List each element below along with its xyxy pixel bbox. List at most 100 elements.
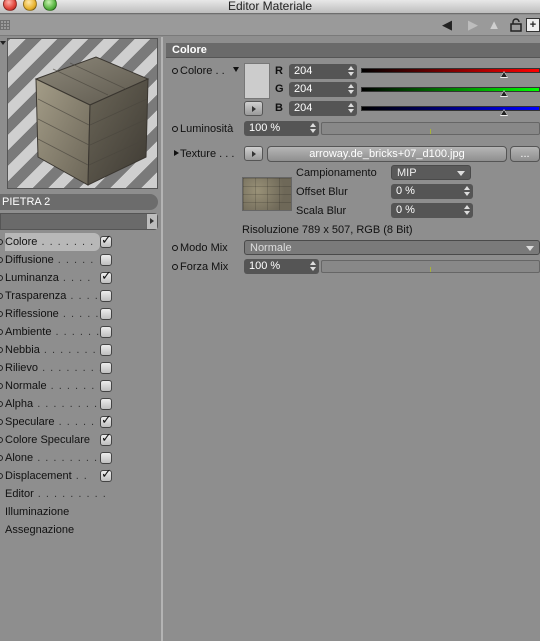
slider-knob-icon[interactable] [499,71,508,78]
lock-icon[interactable] [509,18,523,32]
luminosita-field[interactable]: 100 % [244,121,319,136]
channel-checkbox[interactable]: ✓ [100,413,112,428]
texture-file-button[interactable]: arroway.de_bricks+07_d100.jpg [267,146,507,162]
channel-item-assegnazione[interactable]: Assegnazione [0,521,120,539]
window-title: Editor Materiale [227,0,313,13]
channel-item-alone[interactable]: Alone . . . . . . . . . [0,449,120,467]
channel-checkbox[interactable]: ✓ [100,431,112,446]
color-swatch[interactable] [244,63,270,99]
radio-dot-icon [0,365,3,371]
channel-item-normale[interactable]: Normale . . . . . . . [0,377,120,395]
forza-mix-value: 100 % [249,260,281,272]
plus-icon[interactable]: + [526,18,540,32]
channel-label: Illuminazione [5,506,70,518]
grip-handle-icon[interactable] [0,20,10,30]
scala-blur-field[interactable]: 0 % [391,203,473,218]
animation-dot-icon[interactable] [172,126,178,132]
stepper-icon[interactable] [464,205,470,216]
animation-dot-icon[interactable] [172,264,178,270]
material-name-label: PIETRA 2 [0,194,158,210]
stepper-icon[interactable] [348,66,354,77]
channel-checkbox[interactable] [100,326,112,338]
channel-item-colore[interactable]: Colore . . . . . . . ✓ [0,233,120,251]
slider-knob-icon[interactable] [499,90,508,97]
channel-list: Colore . . . . . . . ✓ Diffusione . . . … [0,233,120,539]
channel-label: Colore [5,236,38,248]
channel-checkbox[interactable]: ✓ [100,467,112,482]
channel-item-alpha[interactable]: Alpha . . . . . . . . . [0,395,120,413]
channel-label: Trasparenza [5,290,67,302]
triangle-right-icon[interactable] [174,150,179,156]
channel-item-trasparenza[interactable]: Trasparenza . . . . [0,287,120,305]
campionamento-dropdown[interactable]: MIP [391,165,471,180]
r-field[interactable]: 204 [289,64,357,79]
channel-checkbox[interactable] [100,362,112,374]
channel-checkbox[interactable] [100,398,112,410]
luminosita-value: 100 % [249,122,281,134]
channel-item-speculare[interactable]: Speculare . . . . . . ✓ [0,413,120,431]
channel-item-colore-speculare[interactable]: Colore Speculare ✓ [0,431,120,449]
channel-checkbox[interactable] [100,452,112,464]
stepper-icon[interactable] [348,84,354,95]
preview-menu-triangle-icon[interactable] [0,41,6,45]
b-field[interactable]: 204 [289,101,357,116]
material-name-field[interactable] [0,213,158,230]
channel-checkbox[interactable] [100,254,112,266]
animation-dot-icon[interactable] [172,245,178,251]
chevron-down-icon [526,246,534,251]
texture-play-button[interactable] [244,146,263,161]
channel-item-riflessione[interactable]: Riflessione . . . . . [0,305,120,323]
channel-checkbox[interactable] [100,380,112,392]
triangle-up-icon[interactable]: ▲ [487,18,501,32]
triangle-right-icon[interactable] [146,214,157,229]
channel-checkbox[interactable]: ✓ [100,233,112,248]
stepper-icon[interactable] [348,103,354,114]
r-slider[interactable] [361,68,540,78]
triangle-left-icon[interactable]: ◀ [440,18,454,32]
stepper-icon[interactable] [310,123,316,134]
color-picker-play-button[interactable] [244,101,263,116]
channel-item-editor[interactable]: Editor . . . . . . . . . [0,485,120,503]
risoluzione-text: Risoluzione 789 x 507, RGB (8 Bit) [242,224,413,236]
channel-item-illuminazione[interactable]: Illuminazione [0,503,120,521]
triangle-right-icon[interactable]: ▶ [466,18,480,32]
channel-item-displacement[interactable]: Displacement . . ✓ [0,467,120,485]
b-slider[interactable] [361,106,540,116]
channel-item-ambiente[interactable]: Ambiente . . . . . . [0,323,120,341]
b-value: 204 [294,102,313,114]
g-field[interactable]: 204 [289,82,357,97]
slider-tick [430,267,431,272]
animation-dot-icon[interactable] [172,68,178,74]
stepper-icon[interactable] [310,261,316,272]
triangle-down-icon[interactable] [233,67,239,72]
channel-dots: . . . . . . . . . [33,398,107,410]
forza-mix-slider[interactable] [321,260,540,273]
channel-dots: . . . . . . . . . [33,452,107,464]
channel-dots: . . . . . [53,254,95,266]
material-preview[interactable] [7,38,158,189]
slider-knob-icon[interactable] [499,109,508,116]
channel-checkbox[interactable] [100,290,112,302]
channel-item-rilievo[interactable]: Rilievo . . . . . . . . [0,359,120,377]
channel-label: Editor [5,488,34,500]
g-slider[interactable] [361,87,540,97]
channel-checkbox[interactable] [100,344,112,356]
channel-label: Alone [5,452,34,464]
channel-checkbox[interactable] [100,308,112,320]
channel-label: Riflessione [5,308,59,320]
radio-dot-icon [0,473,3,479]
forza-mix-field[interactable]: 100 % [244,259,319,274]
channel-item-luminanza[interactable]: Luminanza . . . . ✓ [0,269,120,287]
texture-browse-button[interactable]: ... [510,146,540,162]
channel-label: Alpha [5,398,34,410]
channel-item-diffusione[interactable]: Diffusione . . . . . [0,251,120,269]
luminosita-slider[interactable] [321,122,540,135]
channel-item-nebbia[interactable]: Nebbia . . . . . . . . [0,341,120,359]
radio-dot-icon [0,437,3,443]
channel-label: Luminanza [5,272,59,284]
stepper-icon[interactable] [464,186,470,197]
modo-mix-dropdown[interactable]: Normale [244,240,540,255]
texture-thumbnail[interactable] [242,177,292,211]
offset-blur-field[interactable]: 0 % [391,184,473,199]
channel-checkbox[interactable]: ✓ [100,269,112,284]
